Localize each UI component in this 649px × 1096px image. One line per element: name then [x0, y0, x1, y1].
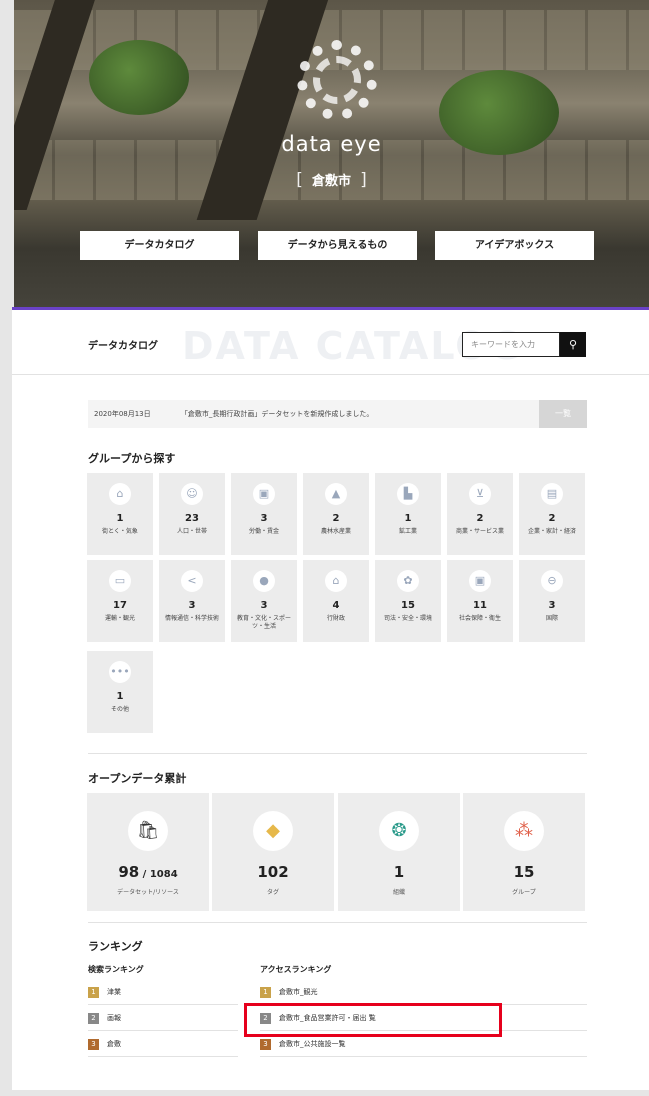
group-tile-ict[interactable]: <3 情報通信・科学技術 [159, 560, 225, 642]
brand-name: data eye [281, 132, 382, 156]
stats-title: オープンデータ累計 [88, 772, 187, 785]
group-tile-education[interactable]: ● 3 教育・文化・スポーツ・生活 [231, 560, 297, 642]
search-icon: ⚲ [568, 338, 578, 351]
city-name: [ 倉敷市 ] [296, 170, 367, 190]
group-tile-commerce[interactable]: ⊻ 2 商業・サービス業 [447, 473, 513, 555]
share-icon: < [181, 570, 203, 592]
briefcase-icon: ▣ [253, 483, 275, 505]
news-date: 2020年08月13日 [94, 410, 151, 418]
access-ranking-title: アクセスランキング [260, 965, 332, 974]
highlight-box [244, 1003, 502, 1037]
stat-tags[interactable]: ◆ 102 タグ [212, 793, 334, 911]
tag-icon: ◆ [253, 811, 293, 851]
groups-title: グループから探す [88, 452, 176, 465]
group-tile-other[interactable]: ••• 1 その他 [87, 651, 153, 733]
stat-organizations[interactable]: ❂ 1 組織 [338, 793, 460, 911]
group-tile-population[interactable]: ☺ 23 人口・世帯 [159, 473, 225, 555]
group-tile-economy[interactable]: ▤ 2 企業・家計・経済 [519, 473, 585, 555]
access-rank-item[interactable]: 1 倉敷市_観光 [260, 980, 587, 1005]
news-text[interactable]: 「倉敷市_長期行政計画」データセットを新規作成しました。 [181, 410, 374, 418]
circle-icon: ● [253, 570, 275, 592]
search-rank-item[interactable]: 3 倉敷 [88, 1032, 238, 1057]
people-icon: ☺ [181, 483, 203, 505]
group-tile-welfare[interactable]: ▣ 11 社会保障・衛生 [447, 560, 513, 642]
search-rank-item[interactable]: 2 画報 [88, 1006, 238, 1031]
more-icon: ••• [109, 661, 131, 683]
search-ranking-title: 検索ランキング [88, 965, 144, 974]
org-icon: ❂ [379, 811, 419, 851]
group-tile-administration[interactable]: ⌂ 4 行財政 [303, 560, 369, 642]
ranking-title: ランキング [88, 940, 143, 953]
divider [88, 753, 587, 754]
group-tile-labor[interactable]: ▣ 3 労働・賃金 [231, 473, 297, 555]
bush [89, 40, 189, 115]
hero-banner: data eye [ 倉敷市 ] データカタログ データから見えるもの アイデア… [14, 0, 649, 345]
divider [12, 374, 649, 375]
news-bar[interactable]: 2020年08月13日 「倉敷市_長期行政計画」データセットを新規作成しました。 [88, 400, 539, 428]
search-input[interactable]: キーワードを入力 [462, 332, 560, 357]
search-button[interactable]: ⚲ [560, 332, 586, 357]
group-tile-weather[interactable]: ⌂ 1 街とく・気象 [87, 473, 153, 555]
nav-insights[interactable]: データから見えるもの [258, 231, 417, 260]
logo-inner-icon [313, 56, 361, 104]
nav-data-catalog[interactable]: データカタログ [80, 231, 239, 260]
group-tile-industry[interactable]: ▙ 1 鉱工業 [375, 473, 441, 555]
news-list-button[interactable]: 一覧 [539, 400, 587, 428]
group-icon: ⁂ [504, 811, 544, 851]
nav-idea-box[interactable]: アイデアボックス [435, 231, 594, 260]
shield-icon: ✿ [397, 570, 419, 592]
stat-datasets[interactable]: 🛍 98 / 1084 データセット/リソース [87, 793, 209, 911]
group-tile-transport[interactable]: ▭ 17 運輸・観光 [87, 560, 153, 642]
medical-icon: ▣ [469, 570, 491, 592]
stat-groups[interactable]: ⁂ 15 グループ [463, 793, 585, 911]
search-rank-item[interactable]: 1 津業 [88, 980, 238, 1005]
building-icon: ⌂ [325, 570, 347, 592]
factory-icon: ▙ [397, 483, 419, 505]
tree-icon: ▲ [325, 483, 347, 505]
catalog-title: データカタログ [88, 341, 158, 352]
globe-icon: ⊖ [541, 570, 563, 592]
house-icon: ⌂ [109, 483, 131, 505]
catalog-panel: DATA CATALOG データカタログ キーワードを入力 ⚲ 2020年08月… [12, 307, 649, 1090]
bag-icon: 🛍 [128, 811, 168, 851]
divider [88, 922, 587, 923]
group-tile-agriculture[interactable]: ▲ 2 農林水産業 [303, 473, 369, 555]
cart-icon: ⊻ [469, 483, 491, 505]
calculator-icon: ▤ [541, 483, 563, 505]
group-tile-international[interactable]: ⊖ 3 国際 [519, 560, 585, 642]
bus-icon: ▭ [109, 570, 131, 592]
group-tile-safety[interactable]: ✿ 15 司法・安全・環境 [375, 560, 441, 642]
